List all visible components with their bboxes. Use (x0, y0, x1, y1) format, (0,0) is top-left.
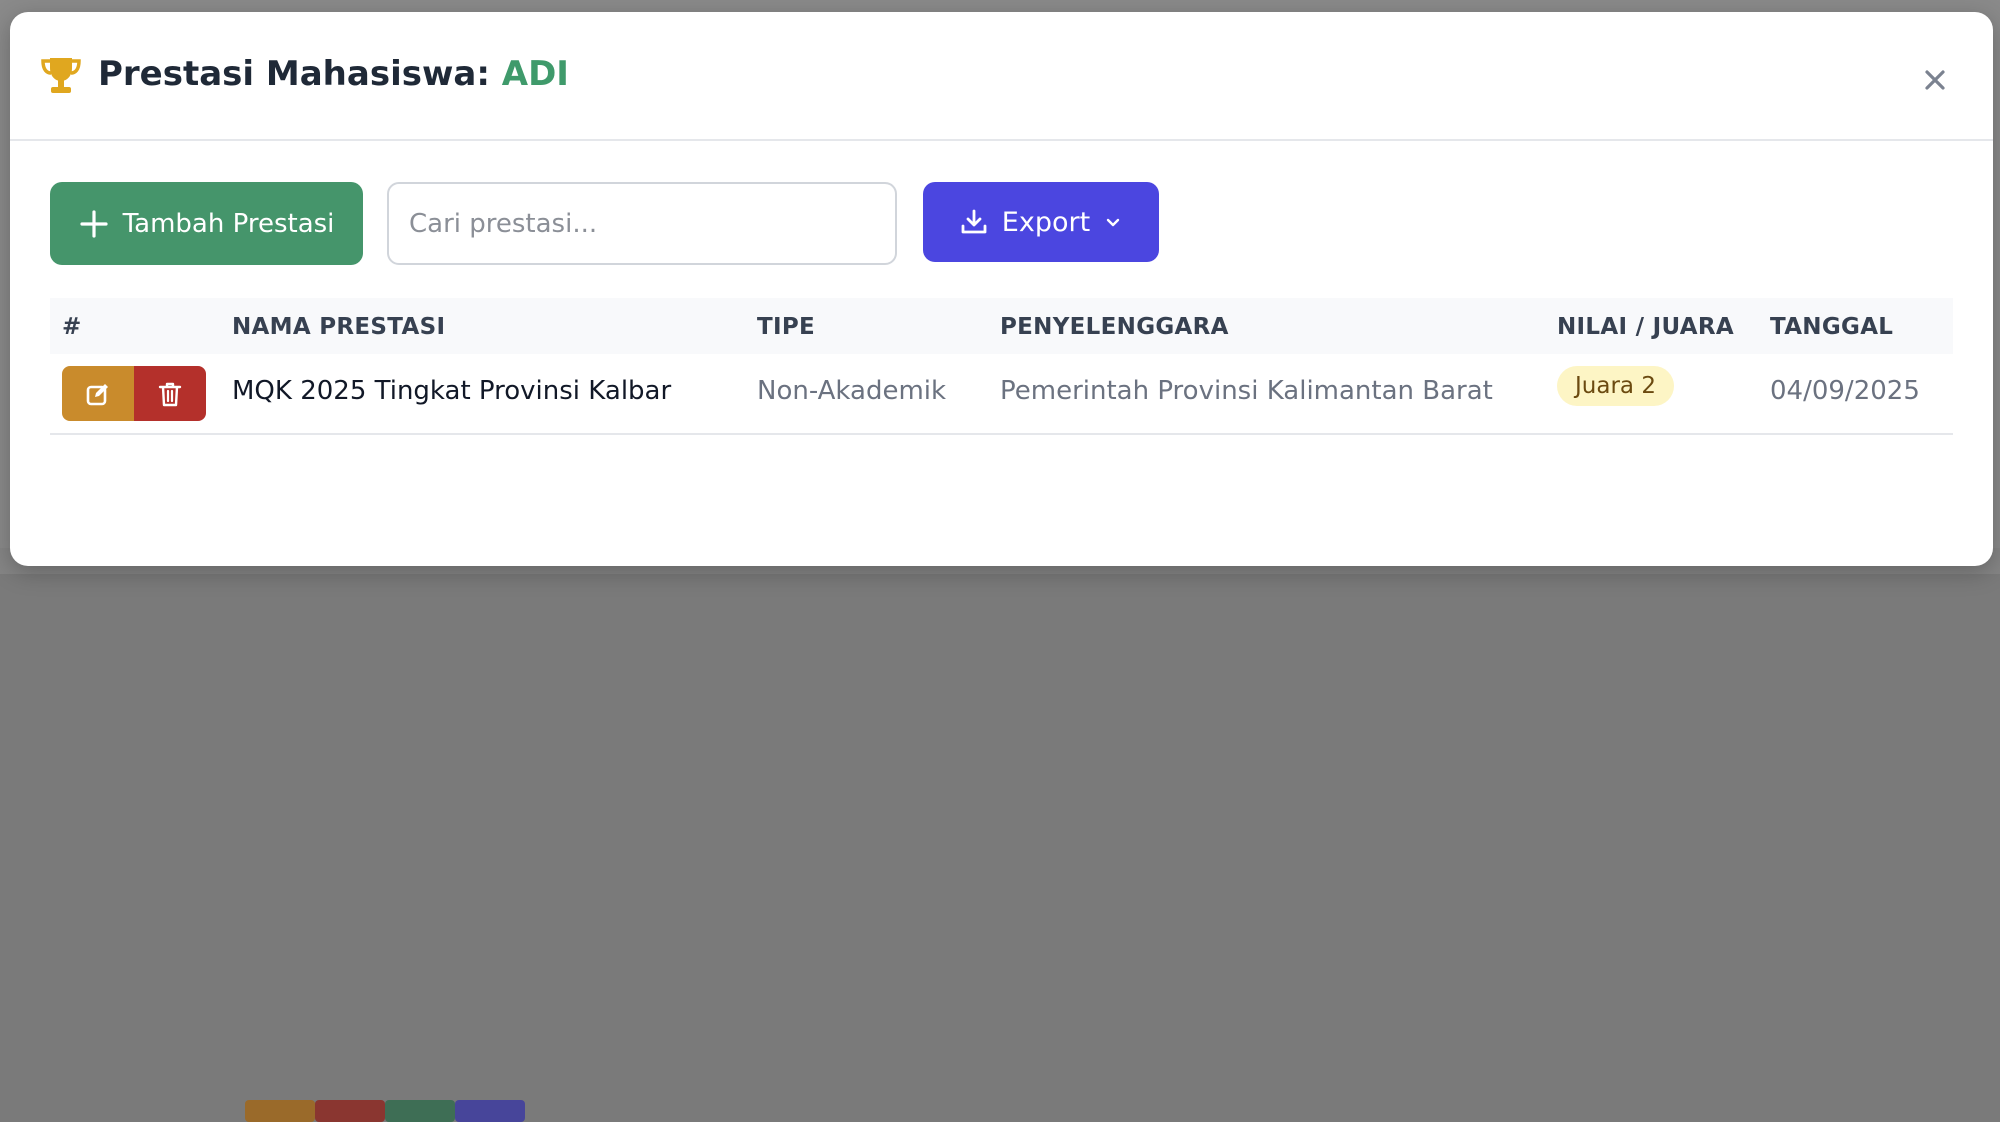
bg-view-block (385, 1100, 455, 1122)
header-tipe: TIPE (757, 314, 816, 340)
close-button[interactable] (1915, 60, 1955, 100)
table-header: # NAMA PRESTASI TIPE PENYELENGGARA NILAI… (50, 298, 1953, 354)
header-number: # (62, 314, 82, 340)
bg-edit-block (245, 1100, 315, 1122)
header-nama-prestasi: NAMA PRESTASI (232, 314, 446, 340)
trophy-icon (41, 58, 81, 93)
add-prestasi-button[interactable]: Tambah Prestasi (50, 182, 363, 265)
prestasi-modal: Prestasi Mahasiswa: ADI Tambah Prestasi … (10, 12, 1993, 566)
export-button[interactable]: Export (923, 182, 1159, 262)
table-row: MQK 2025 Tingkat Provinsi Kalbar Non-Aka… (50, 354, 1953, 435)
chevron-down-icon (1106, 218, 1120, 227)
cell-penyelenggara: Pemerintah Provinsi Kalimantan Barat (1000, 376, 1493, 406)
header-nilai-juara: NILAI / JUARA (1557, 314, 1734, 340)
add-prestasi-label: Tambah Prestasi (122, 208, 335, 239)
modal-title: Prestasi Mahasiswa: ADI (98, 54, 569, 94)
cell-tanggal: 04/09/2025 (1770, 376, 1920, 406)
cell-nama-prestasi: MQK 2025 Tingkat Provinsi Kalbar (232, 376, 672, 406)
modal-title-prefix: Prestasi Mahasiswa: (98, 54, 490, 94)
bg-more-block (455, 1100, 525, 1122)
header-penyelenggara: PENYELENGGARA (1000, 314, 1229, 340)
student-name: ADI (501, 54, 569, 94)
header-tanggal: TANGGAL (1770, 314, 1894, 340)
edit-icon (86, 383, 108, 405)
cell-tipe: Non-Akademik (757, 376, 947, 406)
plus-icon (79, 209, 108, 238)
search-input[interactable] (387, 182, 897, 265)
close-icon (1925, 70, 1945, 90)
delete-button[interactable] (134, 366, 206, 421)
edit-button[interactable] (62, 366, 134, 421)
nilai-badge: Juara 2 (1557, 366, 1674, 406)
modal-header: Prestasi Mahasiswa: ADI (10, 12, 1993, 141)
download-icon (961, 209, 987, 234)
export-label: Export (1001, 206, 1091, 238)
trash-icon (158, 382, 182, 406)
bg-delete-block (315, 1100, 385, 1122)
